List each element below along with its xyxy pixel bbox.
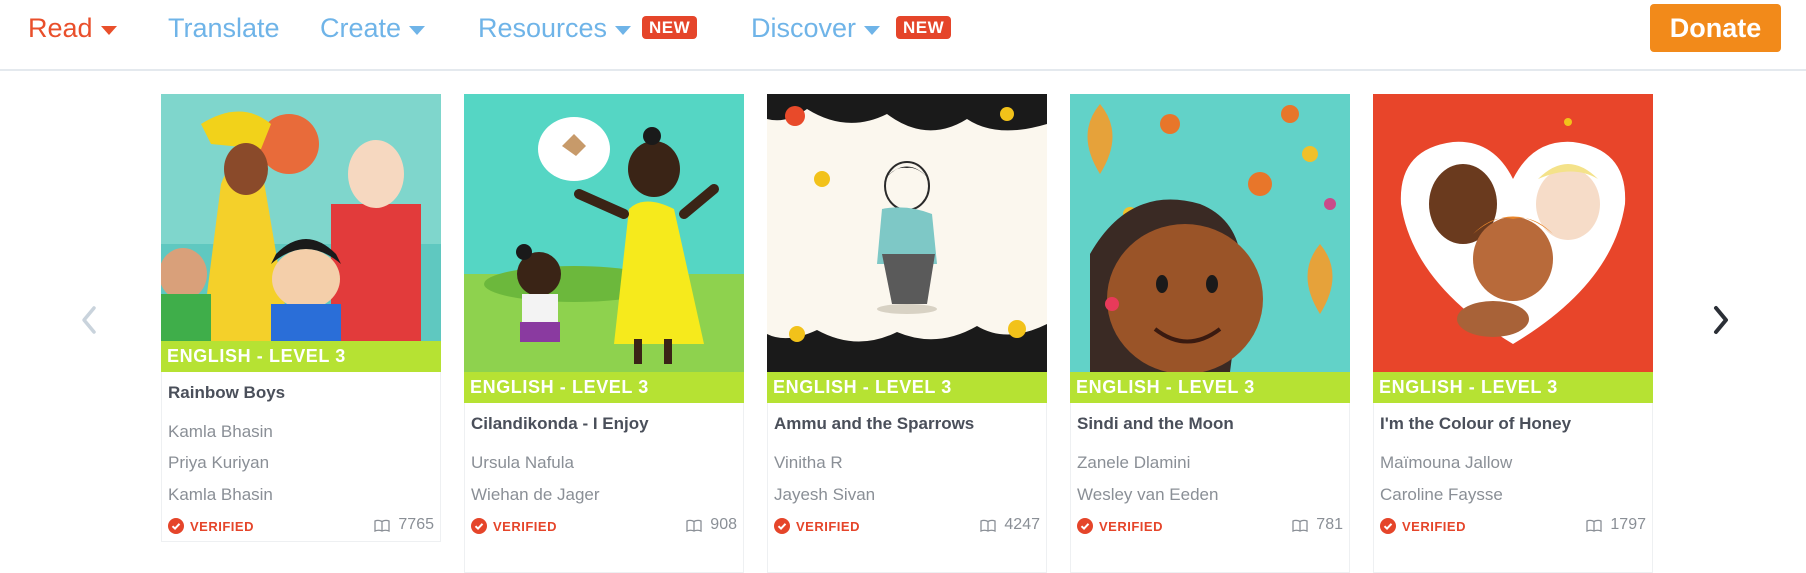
read-count-value: 7765	[398, 516, 434, 533]
nav-discover[interactable]: Discover	[751, 12, 881, 44]
book-info: Rainbow Boys Kamla Bhasin Priya Kuriyan …	[161, 372, 441, 542]
read-count: 7765	[374, 516, 434, 534]
book-cover[interactable]	[1373, 94, 1653, 372]
book-author[interactable]: Maïmouna Jallow	[1380, 453, 1512, 473]
book-open-icon	[686, 519, 702, 532]
verified-label: VERIFIED	[796, 518, 860, 534]
nav-translate[interactable]: Translate	[168, 12, 280, 44]
book-illustrator[interactable]: Caroline Faysse	[1380, 485, 1503, 505]
read-count-value: 4247	[1004, 516, 1040, 533]
book-author[interactable]: Ursula Nafula	[471, 453, 574, 473]
chevron-down-icon	[409, 25, 426, 35]
verified-badge: VERIFIED	[1380, 518, 1466, 534]
chevron-down-icon	[864, 25, 881, 35]
book-open-icon	[1292, 519, 1308, 532]
book-title[interactable]: Rainbow Boys	[168, 383, 285, 403]
verified-check-icon	[471, 518, 487, 534]
book-illustrator[interactable]: Priya Kuriyan	[168, 453, 269, 473]
book-cover-illustration	[464, 94, 744, 372]
book-cover[interactable]	[464, 94, 744, 372]
nav-resources[interactable]: Resources	[478, 12, 632, 44]
book-card[interactable]: ENGLISH - LEVEL 3 I'm the Colour of Hone…	[1373, 94, 1653, 573]
nav-create-label: Create	[320, 12, 402, 43]
read-count-value: 1797	[1610, 516, 1646, 533]
book-author[interactable]: Vinitha R	[774, 453, 843, 473]
book-illustrator[interactable]: Wesley van Eeden	[1077, 485, 1218, 505]
book-open-icon	[374, 519, 391, 532]
book-illustrator[interactable]: Jayesh Sivan	[774, 485, 875, 505]
book-level-badge: ENGLISH - LEVEL 3	[1373, 372, 1653, 403]
book-cover-illustration	[767, 94, 1047, 372]
carousel-prev-button[interactable]	[76, 300, 102, 340]
read-count: 908	[686, 516, 737, 534]
book-title[interactable]: Sindi and the Moon	[1077, 414, 1234, 434]
verified-check-icon	[1380, 518, 1396, 534]
book-level-badge: ENGLISH - LEVEL 3	[464, 372, 744, 403]
verified-check-icon	[168, 518, 184, 534]
chevron-left-icon	[82, 306, 96, 334]
chevron-down-icon	[100, 25, 117, 35]
book-cover-illustration	[1373, 94, 1653, 372]
nav-discover-label: Discover	[751, 12, 857, 43]
book-info: Ammu and the Sparrows Vinitha R Jayesh S…	[767, 403, 1047, 573]
new-badge-resources: NEW	[642, 16, 698, 39]
book-card[interactable]: ENGLISH - LEVEL 3 Ammu and the Sparrows …	[767, 94, 1047, 573]
book-translator[interactable]: Kamla Bhasin	[168, 485, 273, 505]
read-count-value: 781	[1316, 516, 1343, 533]
book-cover-illustration	[161, 94, 441, 341]
top-navbar: Read Translate Create Resources NEW Disc…	[0, 0, 1806, 71]
book-author[interactable]: Zanele Dlamini	[1077, 453, 1190, 473]
verified-check-icon	[1077, 518, 1093, 534]
nav-read[interactable]: Read	[28, 12, 117, 44]
book-author[interactable]: Kamla Bhasin	[168, 422, 273, 442]
verified-label: VERIFIED	[1099, 518, 1163, 534]
verified-label: VERIFIED	[1402, 518, 1466, 534]
read-count-value: 908	[710, 516, 737, 533]
book-info: Cilandikonda - I Enjoy Ursula Nafula Wie…	[464, 403, 744, 573]
book-illustrator[interactable]: Wiehan de Jager	[471, 485, 600, 505]
read-count: 1797	[1586, 516, 1646, 534]
book-card[interactable]: ENGLISH - LEVEL 3 Rainbow Boys Kamla Bha…	[161, 94, 441, 544]
book-title[interactable]: Cilandikonda - I Enjoy	[471, 414, 649, 434]
book-cover[interactable]	[767, 94, 1047, 372]
book-cover[interactable]	[161, 94, 441, 341]
verified-badge: VERIFIED	[1077, 518, 1163, 534]
verified-badge: VERIFIED	[471, 518, 557, 534]
nav-translate-label: Translate	[168, 12, 280, 43]
book-info: Sindi and the Moon Zanele Dlamini Wesley…	[1070, 403, 1350, 573]
read-count: 781	[1292, 516, 1343, 534]
carousel-next-button[interactable]	[1708, 300, 1734, 340]
book-info: I'm the Colour of Honey Maïmouna Jallow …	[1373, 403, 1653, 573]
read-count: 4247	[980, 516, 1040, 534]
chevron-right-icon	[1714, 306, 1728, 334]
book-level-badge: ENGLISH - LEVEL 3	[767, 372, 1047, 403]
chevron-down-icon	[615, 25, 632, 35]
verified-badge: VERIFIED	[774, 518, 860, 534]
nav-read-label: Read	[28, 12, 93, 43]
book-open-icon	[980, 519, 997, 532]
verified-label: VERIFIED	[493, 518, 557, 534]
nav-resources-label: Resources	[478, 12, 608, 43]
verified-check-icon	[774, 518, 790, 534]
book-title[interactable]: Ammu and the Sparrows	[774, 414, 974, 434]
nav-create[interactable]: Create	[320, 12, 426, 44]
book-open-icon	[1586, 519, 1603, 532]
book-level-badge: ENGLISH - LEVEL 3	[161, 341, 441, 372]
book-cover[interactable]	[1070, 94, 1350, 372]
book-level-badge: ENGLISH - LEVEL 3	[1070, 372, 1350, 403]
book-cover-illustration	[1070, 94, 1350, 372]
book-card[interactable]: ENGLISH - LEVEL 3 Cilandikonda - I Enjoy…	[464, 94, 744, 573]
verified-badge: VERIFIED	[168, 518, 254, 534]
book-card[interactable]: ENGLISH - LEVEL 3 Sindi and the Moon Zan…	[1070, 94, 1350, 573]
donate-button[interactable]: Donate	[1650, 4, 1781, 52]
new-badge-discover: NEW	[896, 16, 952, 39]
verified-label: VERIFIED	[190, 518, 254, 534]
book-title[interactable]: I'm the Colour of Honey	[1380, 414, 1571, 434]
